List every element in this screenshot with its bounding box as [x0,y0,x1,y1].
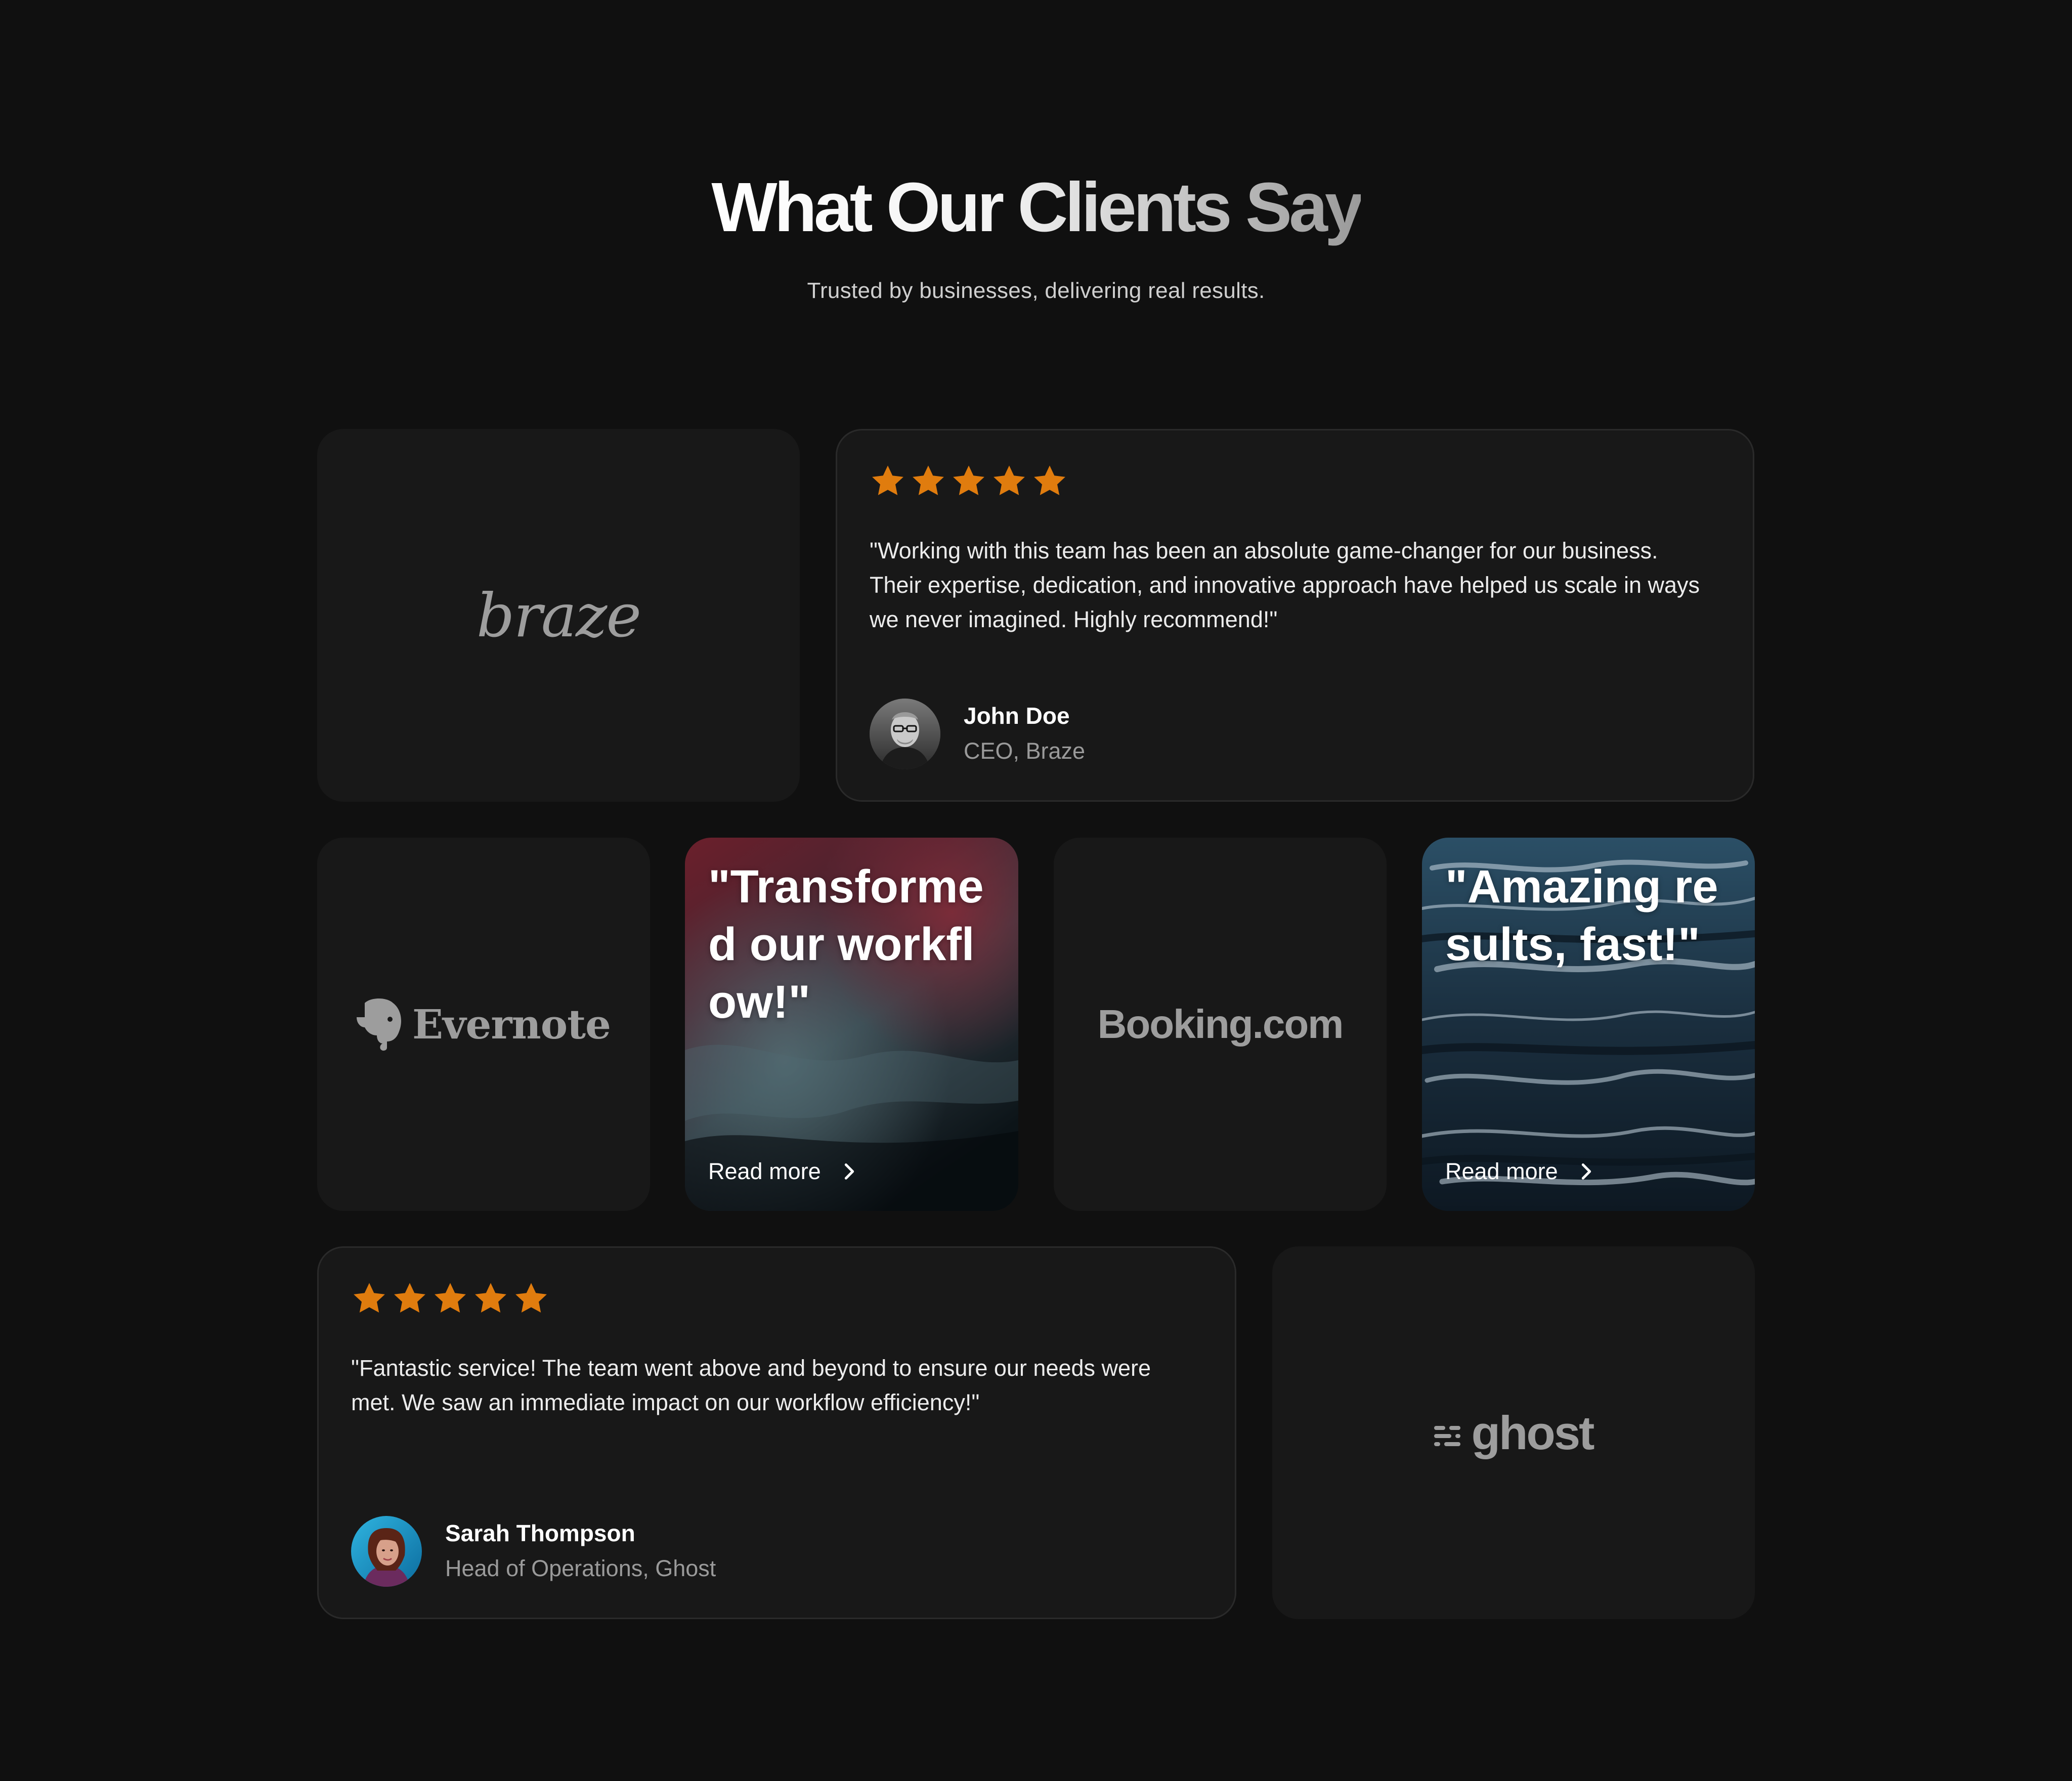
star-icon [435,1283,466,1313]
story-card-transformed[interactable]: "Transformed our workflow!" Read more [685,838,1018,1211]
read-more-link[interactable]: Read more [708,1158,859,1185]
section-header: What Our Clients Say Trusted by business… [0,167,2072,303]
author-name: Sarah Thompson [445,1520,635,1546]
testimonial-author: Sarah Thompson Head of Operations, Ghost [351,1516,716,1587]
ghost-logo: ghost [1471,1406,1595,1459]
avatar [870,699,940,769]
logo-card-booking: Booking.com [1054,838,1387,1211]
evernote-logo: Evernote [412,1001,611,1048]
star-icon [354,1283,385,1313]
read-more-label: Read more [708,1158,821,1184]
evernote-elephant-icon [357,998,402,1051]
testimonial-author: John Doe CEO, Braze [870,699,1085,769]
star-icon [1034,465,1065,495]
star-icon [913,465,944,495]
testimonial-card-sarah: "Fantastic service! The team went above … [317,1246,1236,1619]
testimonial-quote: "Working with this team has been an abso… [870,538,1700,632]
chevron-right-icon [844,1163,854,1180]
read-more-label: Read more [1445,1158,1558,1184]
story-headline: "Amazing results, fast!" [1445,861,1718,970]
page-subtitle: Trusted by businesses, delivering real r… [807,278,1265,303]
star-icon [872,465,903,495]
story-card-amazing[interactable]: "Amazing results, fast!" Read more [1422,838,1755,1211]
page-title: What Our Clients Say [711,167,1363,248]
booking-logo: Booking.com [1097,1002,1344,1047]
star-icon [515,1283,547,1313]
rating-stars [870,463,1068,499]
author-role: CEO, Braze [964,738,1086,764]
logo-card-ghost: ghost [1272,1246,1755,1619]
star-icon [394,1283,425,1313]
star-icon [475,1283,506,1313]
star-icon [994,465,1025,495]
rating-stars [351,1280,549,1317]
author-name: John Doe [964,703,1070,729]
testimonial-card-john: "Working with this team has been an abso… [836,429,1754,802]
testimonial-quote: "Fantastic service! The team went above … [351,1355,1151,1415]
chevron-right-icon [1581,1163,1591,1180]
logo-card-braze: braze [317,429,800,802]
read-more-link[interactable]: Read more [1445,1158,1596,1185]
avatar [351,1516,422,1587]
story-headline: "Transformed our workflow!" [708,861,984,1028]
braze-logo: braze [476,580,641,650]
star-icon [953,465,984,495]
logo-card-evernote: Evernote [317,838,650,1211]
author-role: Head of Operations, Ghost [445,1555,716,1581]
ghost-bars-icon [1434,1425,1460,1446]
